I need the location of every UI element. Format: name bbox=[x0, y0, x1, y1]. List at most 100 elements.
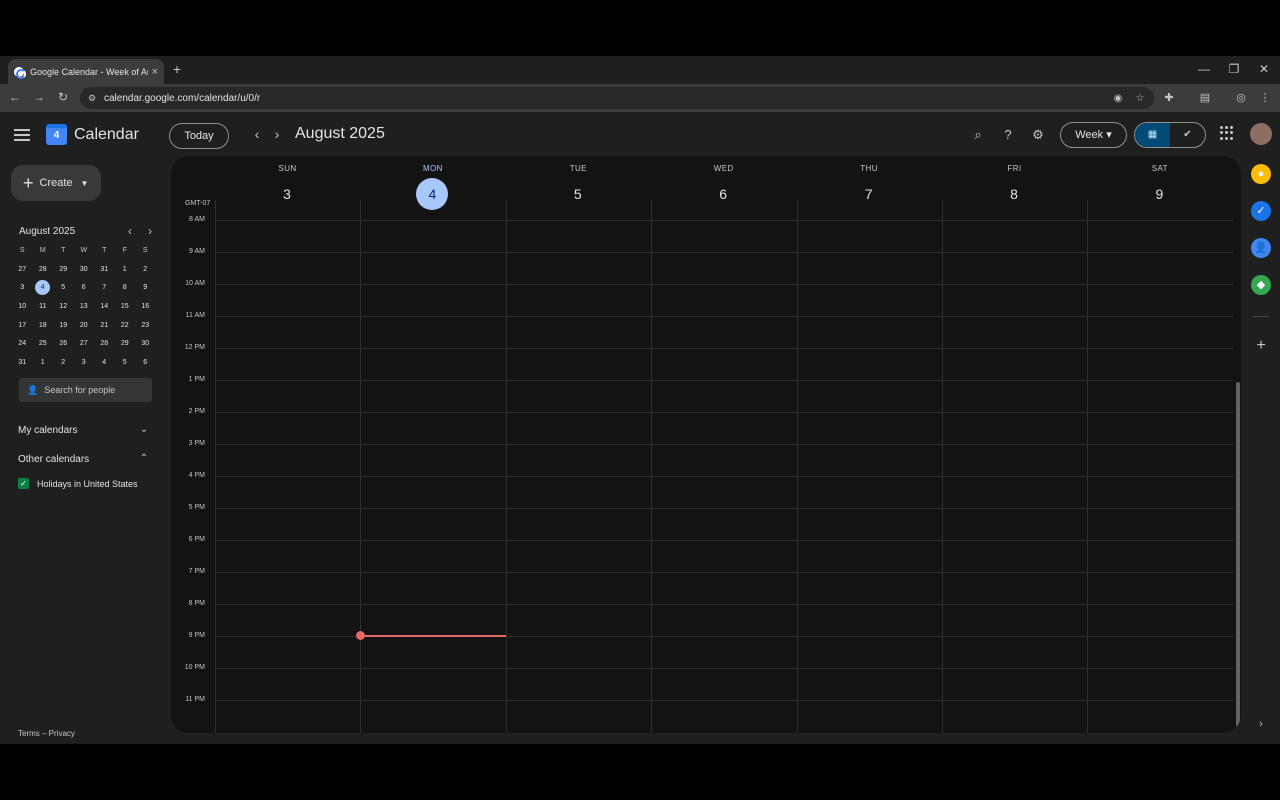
profile-icon[interactable]: ◎ bbox=[1234, 91, 1248, 104]
mini-day[interactable]: 4 bbox=[33, 279, 54, 298]
mini-day[interactable]: 31 bbox=[94, 261, 115, 280]
mini-day[interactable]: 4 bbox=[94, 354, 115, 373]
mini-day[interactable]: 28 bbox=[33, 261, 54, 280]
mini-day[interactable]: 8 bbox=[115, 279, 136, 298]
google-apps-icon[interactable] bbox=[1220, 126, 1234, 140]
mini-day[interactable]: 5 bbox=[53, 279, 74, 298]
calendar-logo-icon[interactable]: 4 bbox=[46, 124, 67, 145]
calendar-item-holidays[interactable]: ✓ Holidays in United States bbox=[18, 478, 138, 489]
tasks-view-toggle[interactable]: ✔ bbox=[1170, 123, 1205, 147]
next-week-button[interactable]: › bbox=[268, 126, 286, 142]
mini-day[interactable]: 25 bbox=[33, 335, 54, 354]
checkbox-icon[interactable]: ✓ bbox=[18, 478, 29, 489]
mini-day[interactable]: 14 bbox=[94, 298, 115, 317]
mini-day[interactable]: 6 bbox=[74, 279, 95, 298]
mini-day[interactable]: 22 bbox=[115, 317, 136, 336]
mini-day[interactable]: 16 bbox=[135, 298, 156, 317]
back-icon[interactable]: ← bbox=[7, 90, 23, 104]
mini-day[interactable]: 29 bbox=[115, 335, 136, 354]
mini-day[interactable]: 28 bbox=[94, 335, 115, 354]
my-calendars-header[interactable]: My calendars bbox=[18, 425, 77, 436]
main-menu-icon[interactable] bbox=[14, 129, 30, 141]
search-icon[interactable]: ⌕ bbox=[969, 126, 987, 144]
app-name[interactable]: Calendar bbox=[74, 126, 139, 144]
mini-day[interactable]: 17 bbox=[12, 317, 33, 336]
mini-day[interactable]: 15 bbox=[115, 298, 136, 317]
mini-day[interactable]: 19 bbox=[53, 317, 74, 336]
search-people-input[interactable]: 👤 Search for people bbox=[19, 378, 152, 402]
mini-day[interactable]: 30 bbox=[74, 261, 95, 280]
mini-day[interactable]: 1 bbox=[115, 261, 136, 280]
mini-day[interactable]: 7 bbox=[94, 279, 115, 298]
reload-icon[interactable]: ↻ bbox=[55, 90, 71, 104]
today-button[interactable]: Today bbox=[169, 123, 229, 149]
mini-day[interactable]: 27 bbox=[12, 261, 33, 280]
extensions-icon[interactable]: ✚ bbox=[1162, 91, 1176, 104]
mini-day[interactable]: 23 bbox=[135, 317, 156, 336]
hour-gridline bbox=[215, 252, 1233, 253]
view-switcher-button[interactable]: Week ▾ bbox=[1060, 122, 1127, 148]
address-bar[interactable]: ⚙ calendar.google.com/calendar/u/0/r ◉ ☆ bbox=[80, 87, 1154, 109]
mini-day[interactable]: 21 bbox=[94, 317, 115, 336]
avatar[interactable] bbox=[1250, 123, 1272, 145]
scrollbar[interactable] bbox=[1236, 382, 1240, 728]
mini-day[interactable]: 2 bbox=[135, 261, 156, 280]
contacts-icon[interactable]: 👤 bbox=[1251, 238, 1271, 258]
mini-day[interactable]: 24 bbox=[12, 335, 33, 354]
star-icon[interactable]: ☆ bbox=[1132, 93, 1148, 104]
footer-links[interactable]: Terms – Privacy bbox=[18, 729, 75, 738]
mini-dow-label: T bbox=[61, 247, 66, 254]
chevron-up-icon[interactable]: ⌃ bbox=[138, 453, 150, 464]
forward-icon[interactable]: → bbox=[31, 90, 47, 104]
mini-day[interactable]: 18 bbox=[33, 317, 54, 336]
restore-button[interactable]: ❐ bbox=[1227, 62, 1241, 76]
mini-prev-month-button[interactable]: ‹ bbox=[123, 224, 137, 238]
minimize-button[interactable]: — bbox=[1197, 62, 1211, 76]
mini-day[interactable]: 30 bbox=[135, 335, 156, 354]
side-panel-icon[interactable]: ▤ bbox=[1198, 91, 1212, 104]
maps-icon[interactable]: ◆ bbox=[1251, 275, 1271, 295]
hide-side-panel-icon[interactable]: › bbox=[1251, 714, 1271, 734]
mini-day-today: 4 bbox=[35, 280, 51, 296]
help-icon[interactable]: ? bbox=[999, 126, 1017, 144]
chevron-down-icon[interactable]: ▼ bbox=[81, 179, 89, 188]
mini-day[interactable]: 3 bbox=[12, 279, 33, 298]
tab-close-icon[interactable]: × bbox=[152, 66, 158, 78]
divider bbox=[1253, 316, 1269, 317]
new-tab-button[interactable]: + bbox=[170, 61, 184, 77]
mini-day[interactable]: 26 bbox=[53, 335, 74, 354]
mini-day[interactable]: 10 bbox=[12, 298, 33, 317]
close-window-button[interactable]: ✕ bbox=[1257, 62, 1271, 76]
mini-day[interactable]: 13 bbox=[74, 298, 95, 317]
mini-day[interactable]: 29 bbox=[53, 261, 74, 280]
mini-day[interactable]: 9 bbox=[135, 279, 156, 298]
mini-day[interactable]: 27 bbox=[74, 335, 95, 354]
mini-day[interactable]: 6 bbox=[135, 354, 156, 373]
tasks-icon[interactable]: ✓ bbox=[1251, 201, 1271, 221]
mini-day[interactable]: 5 bbox=[115, 354, 136, 373]
mini-day[interactable]: 12 bbox=[53, 298, 74, 317]
mini-day[interactable]: 11 bbox=[33, 298, 54, 317]
chevron-down-icon[interactable]: ⌄ bbox=[138, 424, 150, 435]
get-addons-icon[interactable]: + bbox=[1251, 336, 1271, 356]
keep-icon[interactable]: ● bbox=[1251, 164, 1271, 184]
create-button[interactable]: + Create ▼ bbox=[11, 165, 101, 201]
browser-menu-icon[interactable]: ⋮ bbox=[1258, 91, 1272, 104]
mini-next-month-button[interactable]: › bbox=[143, 224, 157, 238]
mini-calendar-title: August 2025 bbox=[19, 226, 76, 237]
mini-day[interactable]: 20 bbox=[74, 317, 95, 336]
time-grid[interactable] bbox=[215, 200, 1233, 733]
day-name: FRI bbox=[1007, 164, 1022, 173]
browser-tab[interactable]: Google Calendar - Week of Au × bbox=[8, 59, 164, 84]
mini-day[interactable]: 2 bbox=[53, 354, 74, 373]
calendar-view-toggle[interactable]: ▦ bbox=[1135, 123, 1170, 147]
mini-day[interactable]: 31 bbox=[12, 354, 33, 373]
eye-icon[interactable]: ◉ bbox=[1110, 93, 1126, 104]
site-info-icon[interactable]: ⚙ bbox=[88, 93, 98, 103]
hour-gridline bbox=[215, 668, 1233, 669]
previous-week-button[interactable]: ‹ bbox=[248, 126, 266, 142]
mini-day[interactable]: 1 bbox=[33, 354, 54, 373]
other-calendars-header[interactable]: Other calendars bbox=[18, 454, 89, 465]
settings-gear-icon[interactable]: ⚙ bbox=[1029, 126, 1047, 144]
mini-day[interactable]: 3 bbox=[74, 354, 95, 373]
